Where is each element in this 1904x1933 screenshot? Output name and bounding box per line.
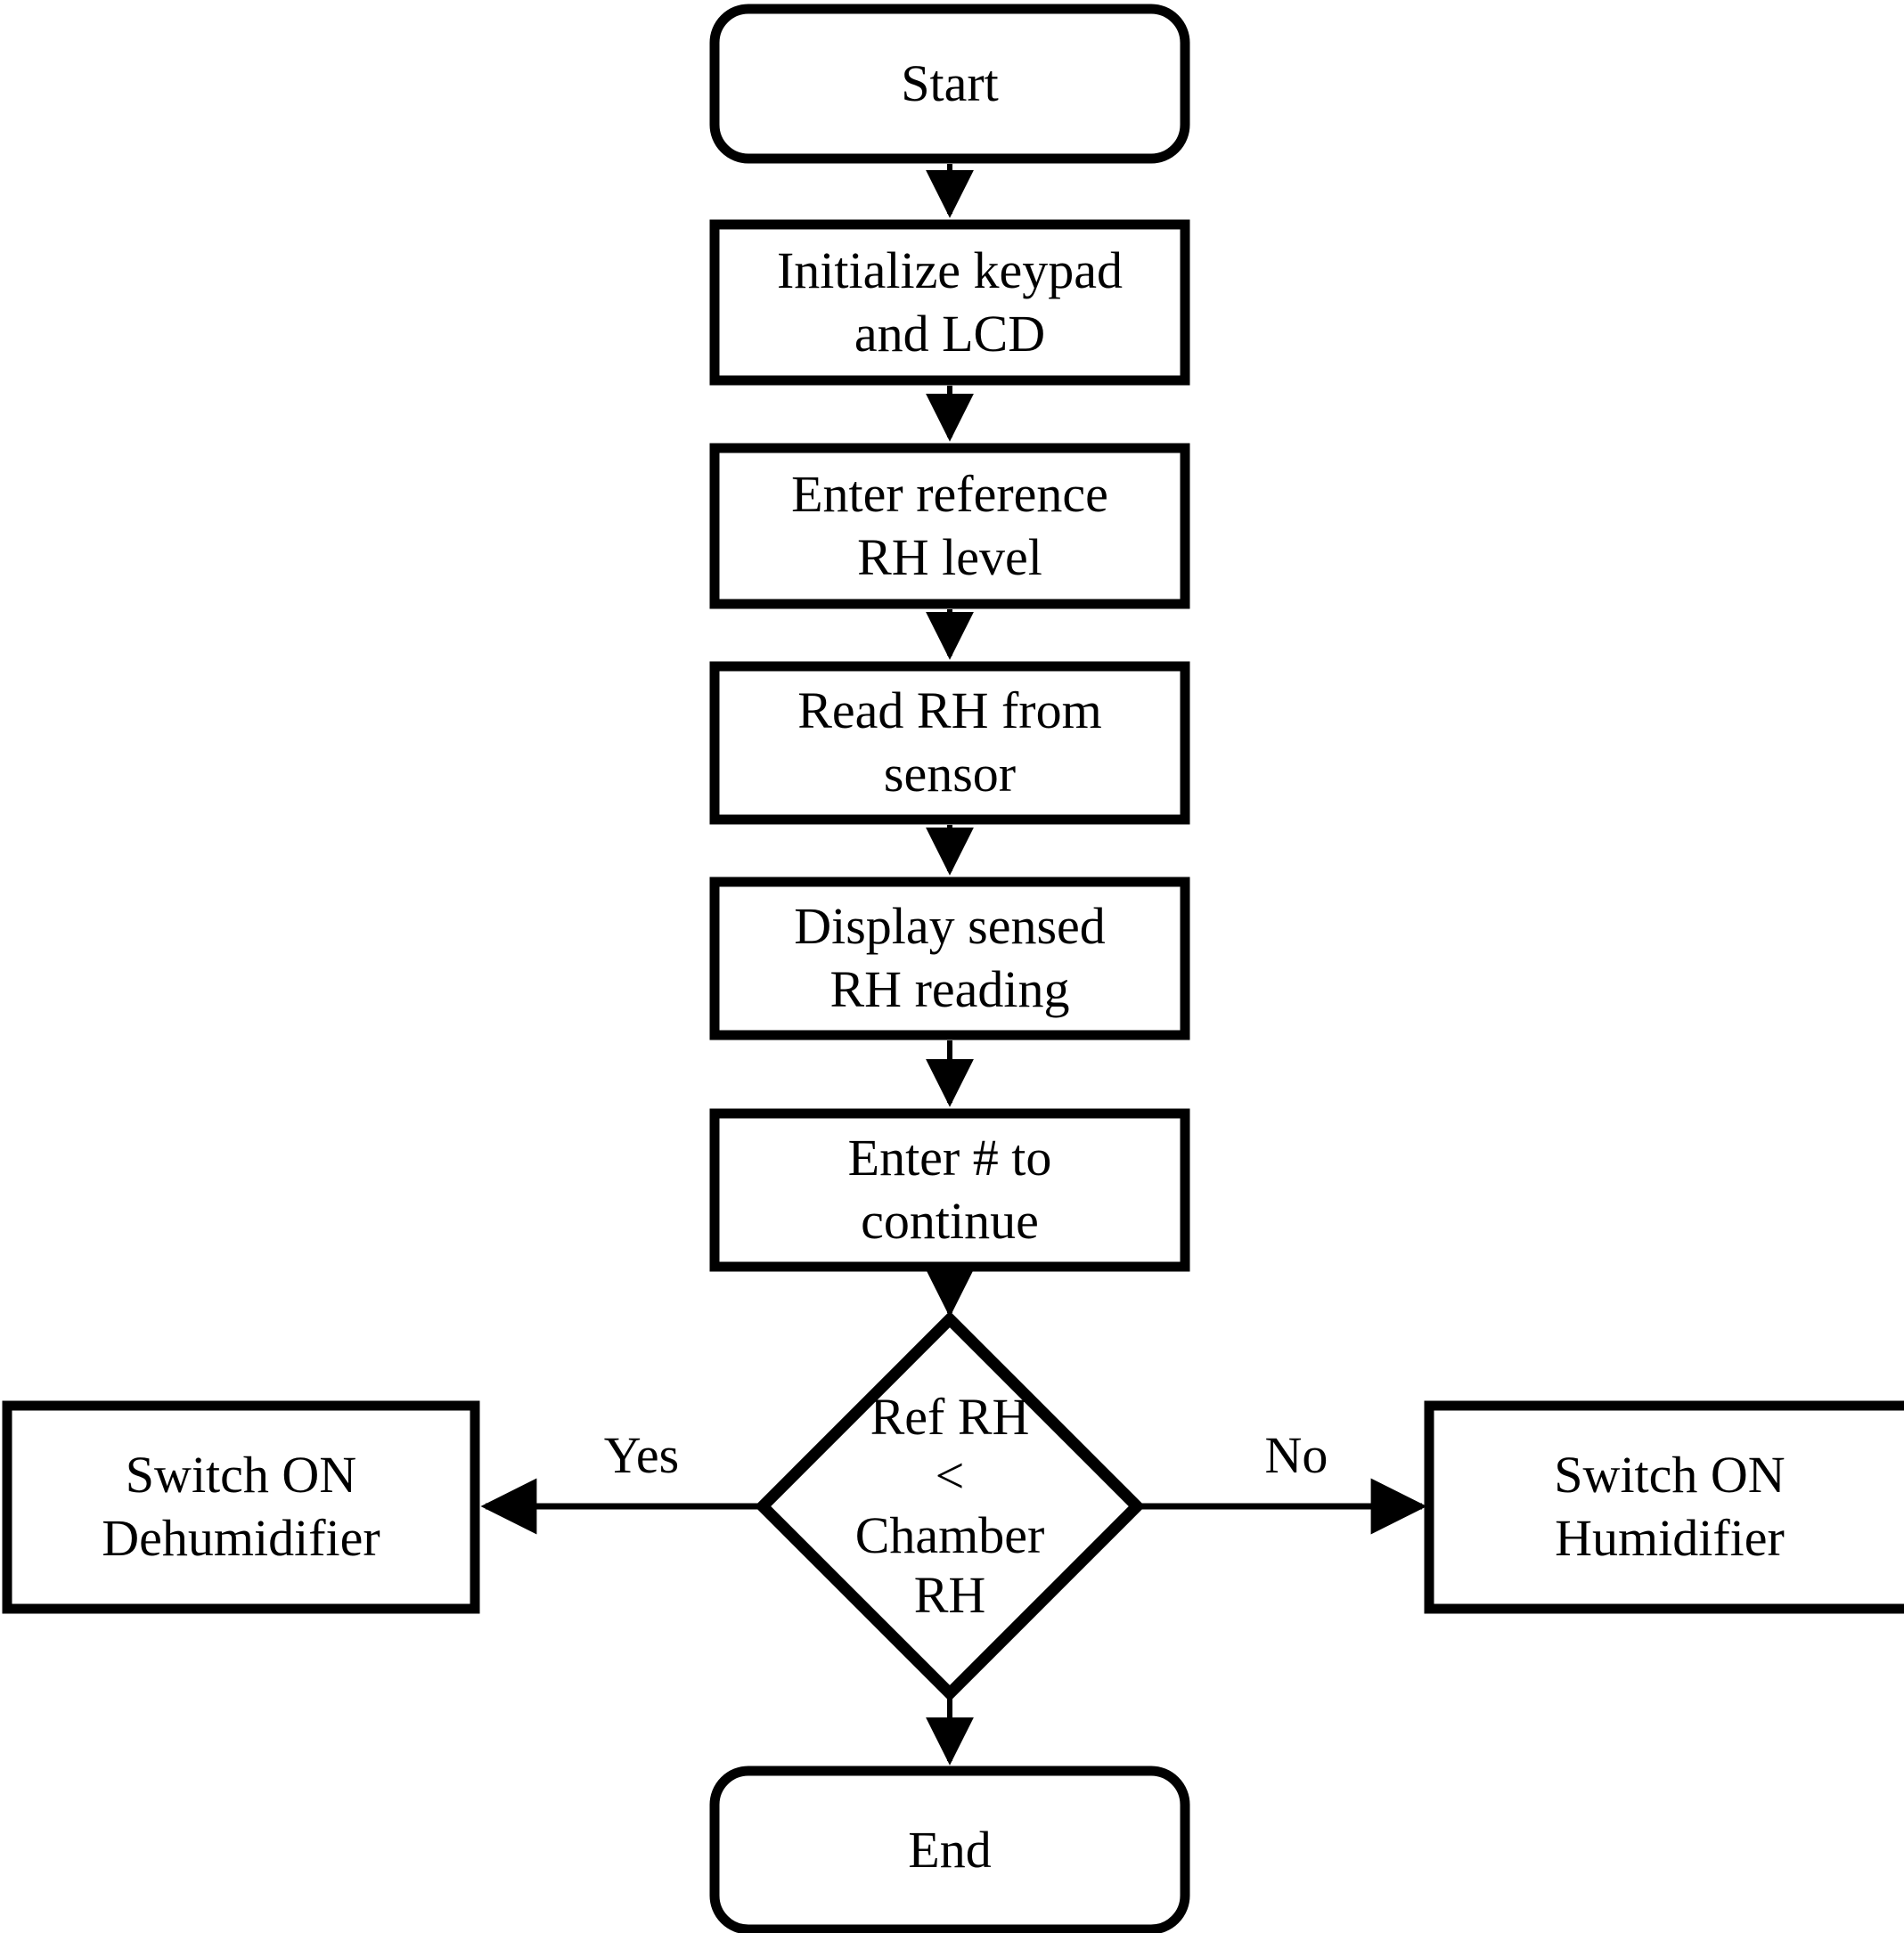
node-shape-enter-hash[interactable] bbox=[709, 1108, 1190, 1272]
flowchart-shapes-layer bbox=[2, 4, 1904, 1933]
node-shape-enter-ref[interactable] bbox=[709, 443, 1190, 609]
node-shape-init[interactable] bbox=[709, 219, 1190, 386]
node-shape-decision[interactable] bbox=[754, 1310, 1146, 1702]
node-shape-read-rh[interactable] bbox=[709, 661, 1190, 825]
edge-label-yes: Yes bbox=[603, 1426, 680, 1484]
node-shape-end[interactable] bbox=[709, 1766, 1190, 1933]
node-shape-display-rh[interactable] bbox=[709, 877, 1190, 1040]
flowchart-canvas: Start Initialize keypad and LCD Enter re… bbox=[0, 0, 1904, 1933]
node-shape-start[interactable] bbox=[709, 4, 1190, 164]
node-shape-dehumidifier[interactable] bbox=[2, 1400, 480, 1614]
edge-label-no: No bbox=[1264, 1426, 1328, 1484]
node-shape-humidifier[interactable] bbox=[1424, 1400, 1904, 1614]
